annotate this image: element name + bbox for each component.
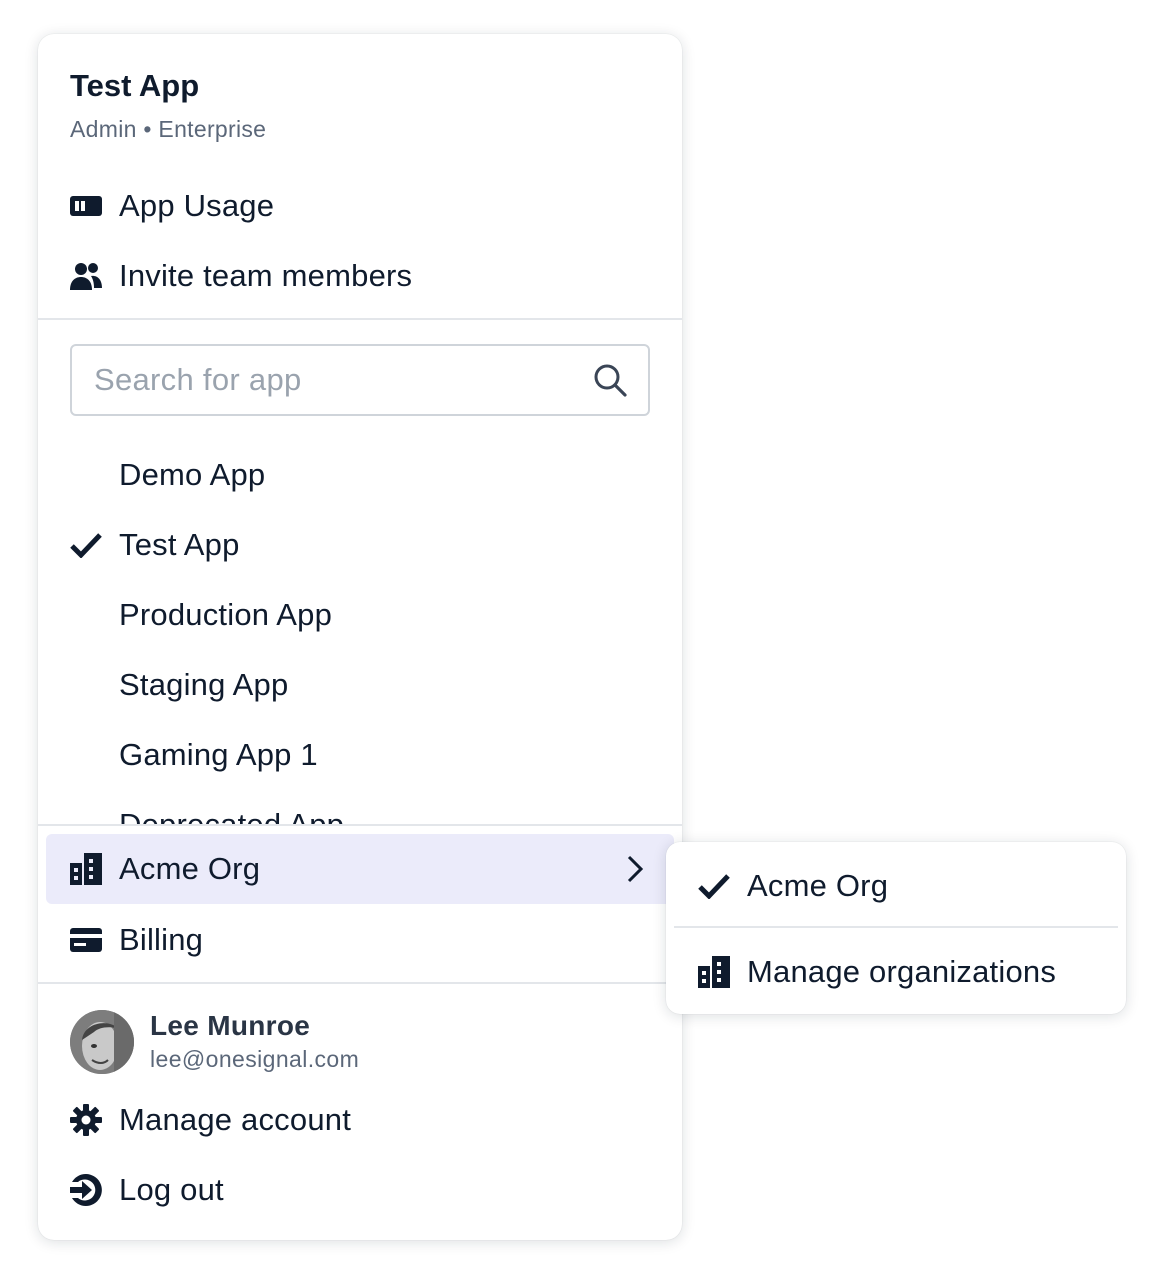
avatar <box>70 1010 134 1074</box>
app-list: Demo App Test App Production App Staging… <box>38 440 682 825</box>
app-switcher-menu: Test App Admin • Enterprise App Usage In… <box>38 34 682 1240</box>
building-icon <box>697 955 731 989</box>
app-item-label: Demo App <box>119 457 266 492</box>
divider <box>38 824 682 826</box>
divider <box>674 926 1118 928</box>
checkmark-icon <box>69 528 103 562</box>
gear-icon <box>69 1103 103 1137</box>
app-item-test[interactable]: Test App <box>38 510 682 580</box>
org-option-current[interactable]: Acme Org <box>666 851 1126 921</box>
log-out-label: Log out <box>119 1172 224 1207</box>
logout-icon <box>69 1173 103 1207</box>
app-search-box[interactable] <box>70 344 650 416</box>
app-usage-item[interactable]: App Usage <box>38 171 682 241</box>
app-item-label: Production App <box>119 597 333 632</box>
app-item-label: Staging App <box>119 667 289 702</box>
app-item-label: Test App <box>119 527 240 562</box>
user-email: lee@onesignal.com <box>150 1046 360 1072</box>
app-item-production[interactable]: Production App <box>38 580 682 650</box>
divider <box>38 318 682 320</box>
search-input[interactable] <box>94 346 574 414</box>
app-usage-label: App Usage <box>119 188 275 223</box>
org-option-label: Acme Org <box>747 868 889 903</box>
app-item-deprecated[interactable]: Deprecated App <box>38 790 682 825</box>
app-item-staging[interactable]: Staging App <box>38 650 682 720</box>
invite-team-members-item[interactable]: Invite team members <box>38 241 682 311</box>
current-app-title: Test App <box>70 68 200 103</box>
divider <box>38 982 682 984</box>
manage-account-label: Manage account <box>119 1102 352 1137</box>
org-switcher-item[interactable]: Acme Org <box>46 834 674 904</box>
chevron-right-icon <box>624 854 646 884</box>
building-icon <box>69 852 103 886</box>
app-item-gaming-1[interactable]: Gaming App 1 <box>38 720 682 790</box>
billing-label: Billing <box>119 922 204 957</box>
app-item-label: Gaming App 1 <box>119 737 318 772</box>
app-item-label: Deprecated App <box>119 807 345 825</box>
usage-icon <box>69 189 103 223</box>
manage-organizations-item[interactable]: Manage organizations <box>666 937 1126 1007</box>
org-label: Acme Org <box>119 851 261 886</box>
app-item-demo[interactable]: Demo App <box>38 440 682 510</box>
current-app-subtitle: Admin • Enterprise <box>70 116 267 142</box>
user-name: Lee Munroe <box>150 1010 311 1041</box>
manage-organizations-label: Manage organizations <box>747 954 1057 989</box>
manage-account-item[interactable]: Manage account <box>38 1085 682 1155</box>
billing-item[interactable]: Billing <box>38 905 682 975</box>
credit-card-icon <box>69 923 103 957</box>
log-out-item[interactable]: Log out <box>38 1155 682 1225</box>
checkmark-icon <box>697 869 731 903</box>
org-submenu: Acme Org Manage organizations <box>666 842 1126 1014</box>
invite-team-members-label: Invite team members <box>119 258 413 293</box>
users-icon <box>69 259 103 293</box>
search-icon[interactable] <box>592 362 628 398</box>
